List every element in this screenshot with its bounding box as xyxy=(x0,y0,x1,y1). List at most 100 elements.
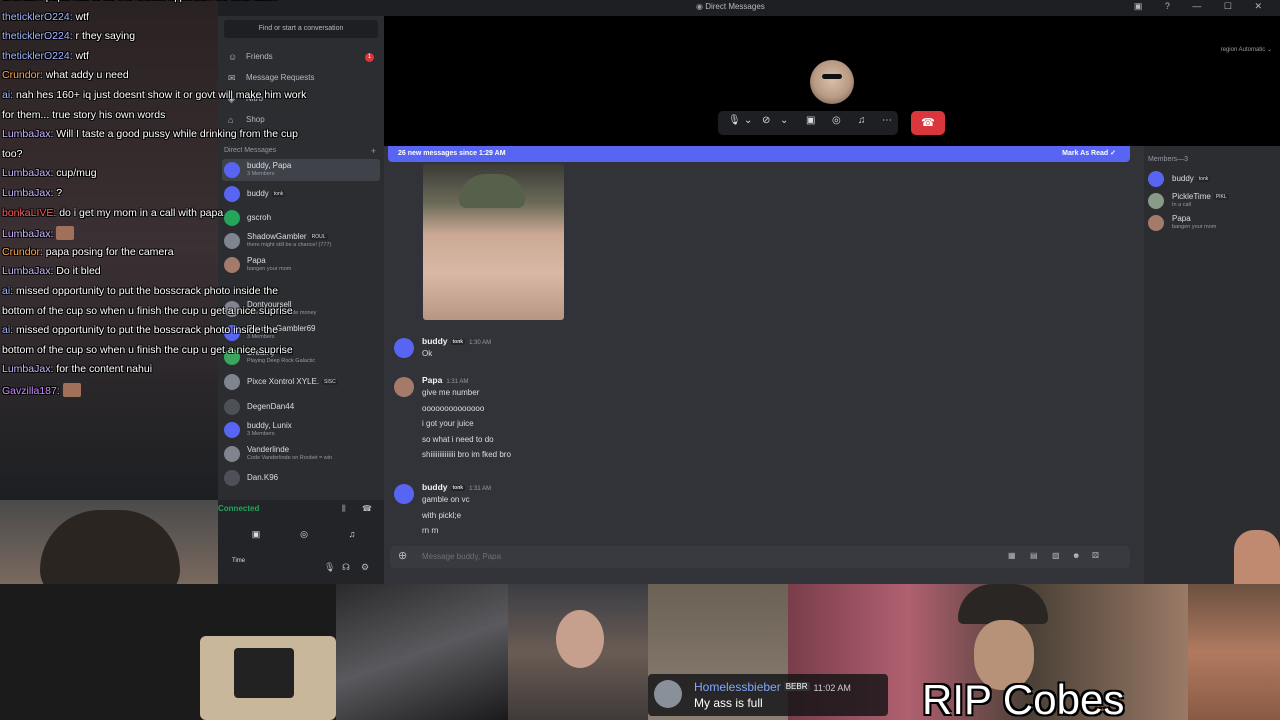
window-controls[interactable]: ▣ ? — ☐ ✕ xyxy=(1134,1,1272,12)
stream-chat-line: bottom of the cup so when u finish the c… xyxy=(2,344,293,356)
stream-chat-username: ai: xyxy=(2,324,14,337)
member-item[interactable]: PickleTime PIKL In a call xyxy=(1146,190,1278,212)
dm-item[interactable]: Vanderlinde Code Vanderlinde on Roobet = … xyxy=(222,443,380,465)
dm-name: Dan.K96 xyxy=(247,473,278,482)
dm-avatar xyxy=(224,446,240,462)
new-messages-banner[interactable]: 26 new messages since 1:29 AM Mark As Re… xyxy=(388,146,1130,162)
mic-options-chevron-icon[interactable]: ⌄ xyxy=(744,115,752,126)
notification-tag: BEBR xyxy=(783,682,810,691)
stream-chat-text: bottom of the cup so when u finish the c… xyxy=(2,343,293,356)
stream-chat-username: Crundor: xyxy=(2,245,43,258)
member-item[interactable]: buddy tonk xyxy=(1146,168,1278,190)
gift-icon[interactable]: ▦ xyxy=(1008,551,1016,560)
stream-chat-text: for them... true story his own words xyxy=(2,108,166,121)
stream-chat-text: wtf xyxy=(72,49,89,62)
message-timestamp: 1:30 AM xyxy=(469,340,492,346)
message-author[interactable]: Papa 1:31 AM xyxy=(422,375,468,385)
noise-suppression-icon[interactable]: ⫼ xyxy=(342,504,346,514)
message-image-attachment[interactable] xyxy=(423,164,564,320)
sticker-icon[interactable]: ▧ xyxy=(1052,551,1060,560)
message-composer[interactable]: ⊕ Message buddy, Papa ▦ ▤ ▧ ☻ ⚄ xyxy=(390,546,1130,568)
voice-soundboard-button[interactable]: ♫ xyxy=(334,526,370,542)
camera-options-chevron-icon[interactable]: ⌄ xyxy=(780,115,788,126)
user-settings-gear-icon[interactable]: ⚙ xyxy=(361,562,369,573)
more-icon[interactable]: ⋯ xyxy=(882,115,892,126)
create-dm-plus-icon[interactable]: + xyxy=(371,146,376,156)
message-timestamp: 1:31 AM xyxy=(469,486,492,492)
call-participant-avatar[interactable] xyxy=(810,60,854,104)
message-text: give me number xyxy=(422,388,480,397)
region-selector[interactable]: region Automatic ⌄ xyxy=(1221,46,1272,53)
member-name: Papa xyxy=(1172,214,1191,223)
new-messages-text: 26 new messages since 1:29 AM xyxy=(398,150,506,157)
user-panel: Time 🎙 ☊ ⚙ xyxy=(218,548,384,584)
stream-chat-text: wtf xyxy=(72,10,89,23)
stream-chat-text: bottom of the cup so when u finish the c… xyxy=(2,304,293,317)
soundboard-icon[interactable]: ♫ xyxy=(858,115,866,126)
dm-name: DegenDan44 xyxy=(247,402,294,411)
message-author-name: buddy xyxy=(422,336,448,346)
chat-message: Papa 1:31 AM give me number oooooooooooooo i… xyxy=(384,375,1124,471)
camera-off-icon[interactable]: ⊘ xyxy=(762,115,770,126)
stream-chat-username: theticklerO224: xyxy=(2,30,73,43)
gif-icon[interactable]: ▤ xyxy=(1030,551,1038,560)
member-item[interactable]: Papa bangen your mom xyxy=(1146,212,1278,234)
author-clan-tag: tonk xyxy=(450,485,466,491)
dm-subtitle: Code Vanderlinde on Roobet = win xyxy=(247,455,333,461)
emoji-icon[interactable]: ☻ xyxy=(1072,551,1080,560)
voice-status-panel: Connected ⫼ ☎ ▣ ◎ ♫ xyxy=(218,500,384,548)
stream-chat-username: ai: xyxy=(2,89,14,101)
stream-chat-line: Crundor: papa posing for the camera xyxy=(2,246,174,258)
stream-chat-text: papa posing for the camera xyxy=(42,245,174,258)
member-name: PickleTime PIKL xyxy=(1172,192,1229,201)
dm-name-text: DegenDan44 xyxy=(247,402,295,411)
message-author[interactable]: buddy tonk 1:31 AM xyxy=(422,482,491,492)
voice-screenshare-button[interactable]: ▣ xyxy=(238,526,274,542)
message-author-avatar[interactable] xyxy=(394,377,414,397)
message-input-placeholder: Message buddy, Papa xyxy=(422,552,502,561)
message-text: rn rn xyxy=(422,526,439,535)
attach-plus-icon[interactable]: ⊕ xyxy=(398,549,407,562)
notification-avatar xyxy=(654,680,682,708)
stream-chat-text: Do it bled xyxy=(53,265,101,278)
stream-chat-line: for them... true story his own words xyxy=(2,109,165,121)
dm-item[interactable]: Dan.K96 xyxy=(222,467,380,489)
webcam-bald-guest xyxy=(508,584,648,720)
message-author-avatar[interactable] xyxy=(394,338,414,358)
dm-item[interactable]: buddy, Lunix 3 Members xyxy=(222,419,380,441)
message-author[interactable]: buddy tonk 1:30 AM xyxy=(422,336,491,346)
hangup-button[interactable]: ☎ xyxy=(911,111,945,135)
webcam-muscle-guest-head xyxy=(1234,530,1280,584)
phone-hangup-icon: ☎ xyxy=(921,117,935,129)
disconnect-icon[interactable]: ☎ xyxy=(362,504,372,513)
message-author-avatar[interactable] xyxy=(394,484,414,504)
stream-chat-text: r they saying xyxy=(72,30,136,43)
message-text: oooooooooooooo xyxy=(422,403,485,413)
dm-name-text: Vanderlinde xyxy=(247,445,290,454)
call-panel: 🎙 ⌄ ⊘ ⌄ ▣ ◎ ♫ ⋯ ☎ region Automatic ⌄ xyxy=(384,16,1280,146)
mic-icon[interactable]: 🎙 xyxy=(728,115,741,126)
mark-as-read-button[interactable]: Mark As Read ✓ xyxy=(1062,146,1116,162)
activity-icon[interactable]: ◎ xyxy=(832,115,841,126)
stream-chat-line: ai: missed opportunity to put the bosscr… xyxy=(2,324,278,336)
stream-chat-text: missed opportunity to put the bosscrack … xyxy=(13,324,279,337)
screenshare-icon[interactable]: ▣ xyxy=(806,115,815,126)
deafen-icon[interactable]: ☊ xyxy=(342,562,350,573)
notification-username: Homelessbieber xyxy=(694,680,781,694)
mute-mic-icon[interactable]: 🎙 xyxy=(324,562,335,573)
stream-chat-username: Gavzilla187: xyxy=(2,385,60,397)
member-name-text: PickleTime xyxy=(1172,192,1211,201)
message-timestamp: 1:31 AM xyxy=(446,379,469,385)
webcam-strip: Homelessbieber BEBR 11:02 AM My ass is ful… xyxy=(0,584,1280,720)
stream-chat-username: bonkaLIVE: xyxy=(2,206,57,219)
member-name-text: buddy xyxy=(1172,174,1194,183)
stream-chat-text: Will I taste a good pussy while drinking… xyxy=(53,128,298,141)
stream-chat-line: ai: nah hes 160+ iq just doesnt show it … xyxy=(2,89,306,101)
window-title: Direct Messages xyxy=(696,2,765,11)
stream-chat-text: ? xyxy=(53,187,63,199)
notification-time: 11:02 AM xyxy=(813,683,851,693)
apps-icon[interactable]: ⚄ xyxy=(1092,551,1099,560)
voice-activity-button[interactable]: ◎ xyxy=(286,526,322,542)
dm-name: buddy, Lunix xyxy=(247,421,292,430)
message-text: i got your juice xyxy=(422,419,474,428)
